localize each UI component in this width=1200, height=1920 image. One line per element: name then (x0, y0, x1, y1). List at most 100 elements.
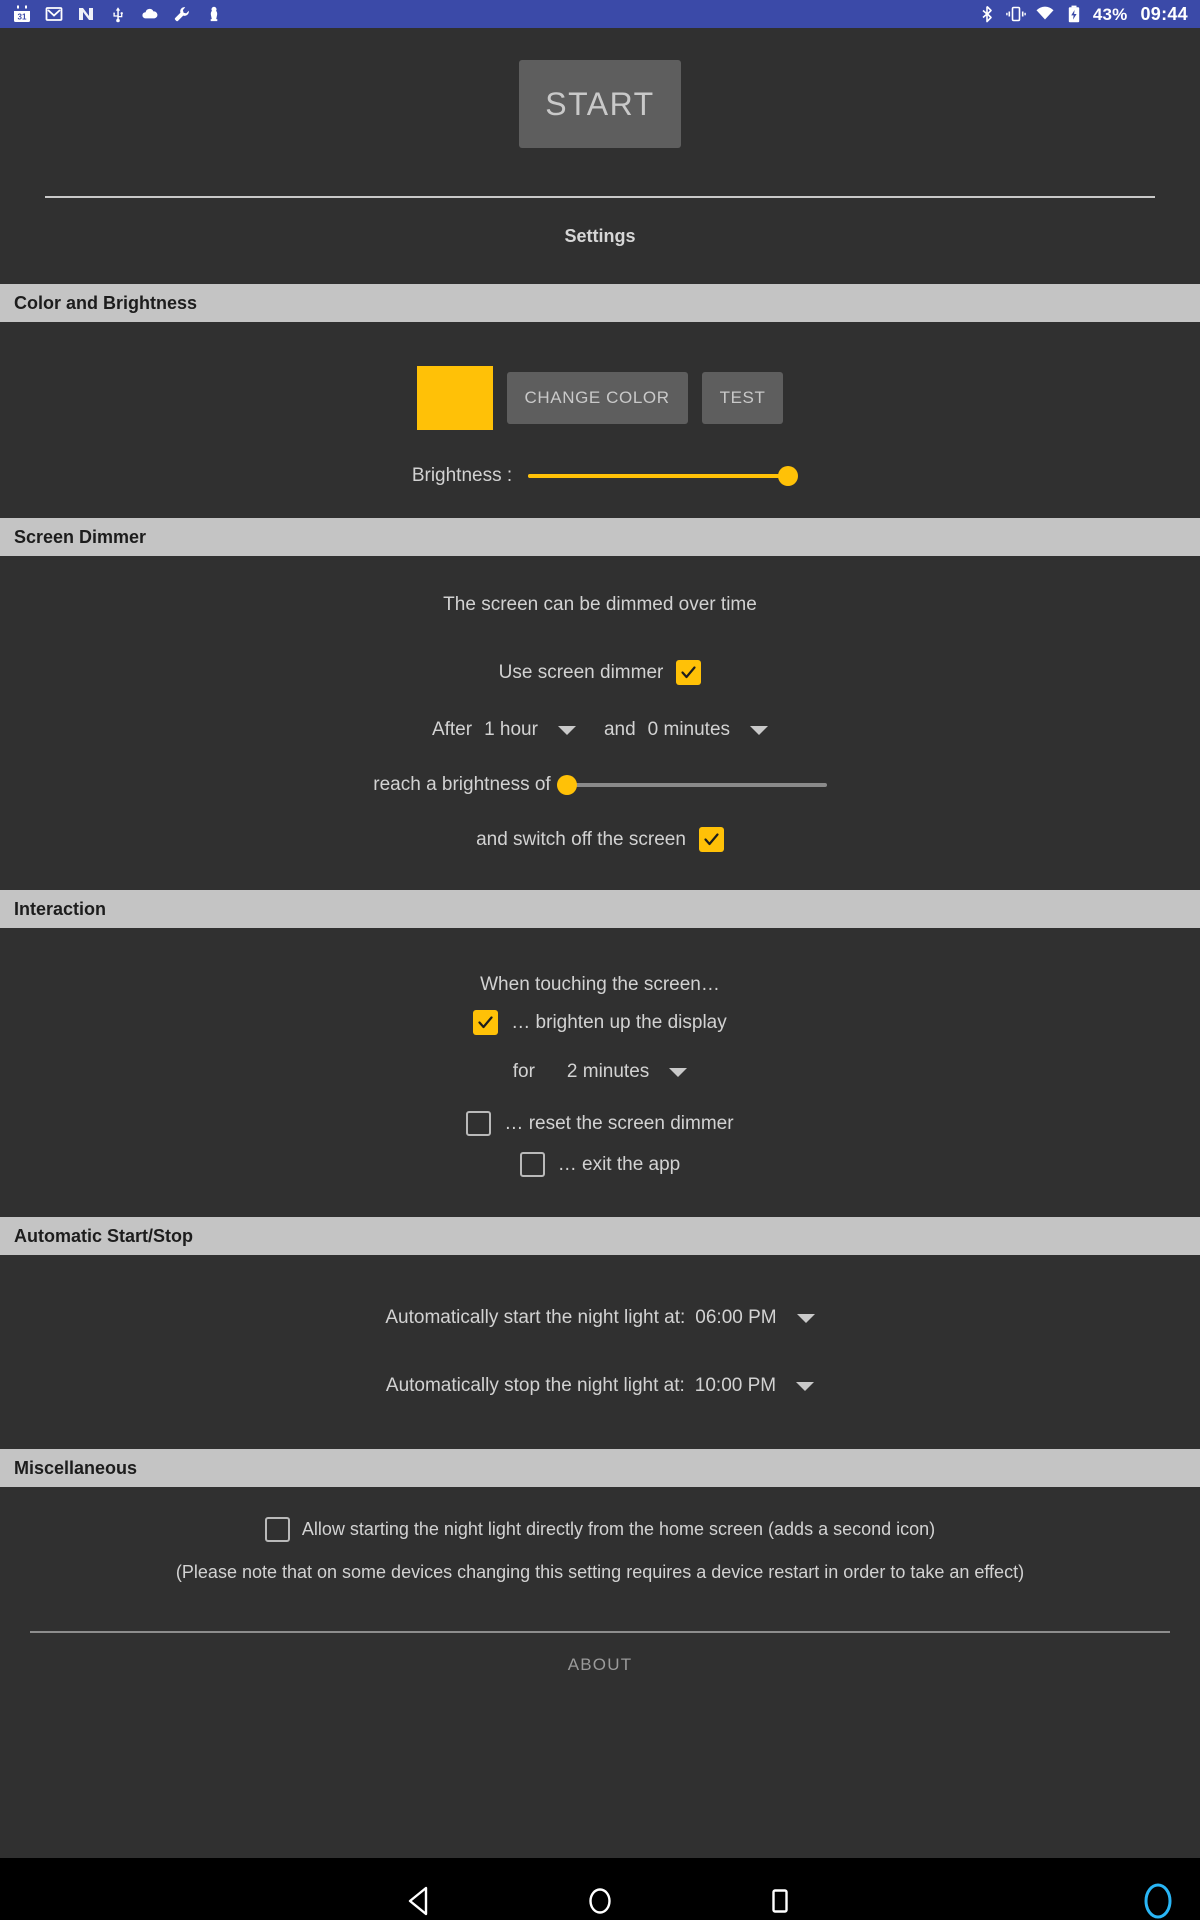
hours-dropdown[interactable]: 1 hour (484, 719, 576, 741)
check-icon (679, 663, 698, 682)
brightness-slider-fill (528, 474, 788, 478)
brighten-display-checkbox[interactable] (473, 1010, 498, 1035)
section-header-screen-dimmer: Screen Dimmer (0, 518, 1200, 556)
chevron-down-icon[interactable] (669, 1068, 687, 1077)
auto-stop-row: Automatically stop the night light at: 1… (0, 1329, 1200, 1449)
back-triangle-icon (403, 1884, 437, 1920)
section-header-misc: Miscellaneous (0, 1449, 1200, 1487)
dimmer-delay-row: After 1 hour and 0 minutes (0, 685, 1200, 741)
brighten-display-row: … brighten up the display (0, 996, 1200, 1035)
brightness-label: Brightness : (412, 465, 512, 487)
usb-icon (108, 4, 128, 24)
switch-off-screen-row: and switch off the screen (0, 797, 1200, 890)
app-root: START Settings Color and Brightness CHAN… (0, 28, 1200, 1858)
brightness-slider-thumb[interactable] (778, 466, 798, 486)
blue-circle-icon (1131, 1878, 1177, 1920)
section-header-color-brightness: Color and Brightness (0, 284, 1200, 322)
brightness-slider[interactable] (528, 464, 788, 488)
reset-dimmer-checkbox[interactable] (466, 1111, 491, 1136)
reach-brightness-label: reach a brightness of (373, 774, 550, 796)
auto-start-row: Automatically start the night light at: … (0, 1255, 1200, 1329)
color-controls-row: CHANGE COLOR TEST (0, 322, 1200, 430)
auto-start-value: 06:00 PM (695, 1307, 776, 1329)
and-label: and (604, 719, 636, 741)
reach-brightness-slider-track (567, 783, 827, 787)
chevron-down-icon[interactable] (796, 1382, 814, 1391)
allow-home-screen-row: Allow starting the night light directly … (0, 1487, 1200, 1542)
battery-percent-label: 43% (1093, 6, 1128, 23)
auto-stop-label: Automatically stop the night light at: (386, 1375, 685, 1397)
switch-off-screen-label: and switch off the screen (476, 829, 686, 851)
auto-stop-value: 10:00 PM (695, 1375, 776, 1397)
duration-value: 2 minutes (567, 1061, 649, 1083)
auto-stop-dropdown[interactable]: 10:00 PM (695, 1375, 814, 1397)
nova-n-icon (76, 4, 96, 24)
brightness-row: Brightness : (0, 430, 1200, 518)
minutes-value: 0 minutes (648, 719, 730, 741)
nav-back-button[interactable] (330, 1858, 510, 1920)
status-bar: 31 43% 09:4 (0, 0, 1200, 28)
nav-extra-button[interactable] (1128, 1877, 1180, 1920)
nav-home-button[interactable] (510, 1858, 690, 1920)
section-header-automatic: Automatic Start/Stop (0, 1217, 1200, 1255)
section-body-automatic: Automatically start the night light at: … (0, 1255, 1200, 1449)
svg-text:31: 31 (18, 13, 27, 22)
wifi-icon (1035, 4, 1055, 24)
cloud-icon (140, 4, 160, 24)
auto-start-dropdown[interactable]: 06:00 PM (695, 1307, 814, 1329)
after-label: After (432, 719, 472, 741)
about-button[interactable]: ABOUT (0, 1633, 1200, 1697)
section-body-screen-dimmer: The screen can be dimmed over time Use s… (0, 556, 1200, 890)
for-label: for (513, 1061, 535, 1083)
chevron-down-icon[interactable] (797, 1314, 815, 1323)
reset-dimmer-row: … reset the screen dimmer (0, 1083, 1200, 1136)
check-icon (702, 830, 721, 849)
test-button[interactable]: TEST (702, 372, 784, 424)
home-circle-icon (583, 1884, 617, 1920)
misc-note: (Please note that on some devices changi… (0, 1542, 1200, 1583)
section-body-color-brightness: CHANGE COLOR TEST Brightness : (0, 322, 1200, 518)
calendar-31-icon: 31 (12, 4, 32, 24)
section-body-interaction: When touching the screen… … brighten up … (0, 928, 1200, 1217)
reach-brightness-slider-thumb[interactable] (557, 775, 577, 795)
use-screen-dimmer-checkbox[interactable] (676, 660, 701, 685)
recents-square-icon (763, 1884, 797, 1920)
allow-home-screen-label: Allow starting the night light directly … (302, 1519, 935, 1540)
exit-app-checkbox[interactable] (520, 1152, 545, 1177)
chevron-down-icon[interactable] (750, 726, 768, 735)
section-header-interaction: Interaction (0, 890, 1200, 928)
reset-dimmer-label: … reset the screen dimmer (504, 1113, 733, 1135)
start-button-container: START (0, 28, 1200, 148)
brighten-duration-row: for 2 minutes (0, 1035, 1200, 1083)
pawn-icon (204, 4, 224, 24)
wrench-icon (172, 4, 192, 24)
page-title: Settings (0, 198, 1200, 247)
minutes-dropdown[interactable]: 0 minutes (648, 719, 768, 741)
check-icon (476, 1013, 495, 1032)
color-swatch[interactable] (417, 366, 493, 430)
duration-dropdown[interactable]: 2 minutes (567, 1061, 687, 1083)
vibrate-icon (1006, 4, 1026, 24)
android-navigation-bar (0, 1858, 1200, 1920)
status-bar-right-icons: 43% 09:44 (977, 4, 1188, 24)
exit-app-row: … exit the app (0, 1136, 1200, 1217)
allow-home-screen-checkbox[interactable] (265, 1517, 290, 1542)
screen-dimmer-description: The screen can be dimmed over time (0, 556, 1200, 616)
bluetooth-icon (977, 4, 997, 24)
nav-recents-button[interactable] (690, 1858, 870, 1920)
change-color-button[interactable]: CHANGE COLOR (507, 372, 688, 424)
use-screen-dimmer-label: Use screen dimmer (499, 662, 664, 684)
chevron-down-icon[interactable] (558, 726, 576, 735)
battery-charging-icon (1064, 4, 1084, 24)
gmail-icon (44, 4, 64, 24)
auto-start-label: Automatically start the night light at: (385, 1307, 685, 1329)
exit-app-label: … exit the app (558, 1154, 681, 1176)
clock-label: 09:44 (1140, 5, 1188, 23)
brighten-display-label: … brighten up the display (511, 1012, 726, 1034)
section-body-misc: Allow starting the night light directly … (0, 1487, 1200, 1583)
switch-off-screen-checkbox[interactable] (699, 827, 724, 852)
start-button[interactable]: START (519, 60, 681, 148)
hours-value: 1 hour (484, 719, 538, 741)
status-bar-left-icons: 31 (12, 4, 977, 24)
reach-brightness-slider[interactable] (567, 773, 827, 797)
